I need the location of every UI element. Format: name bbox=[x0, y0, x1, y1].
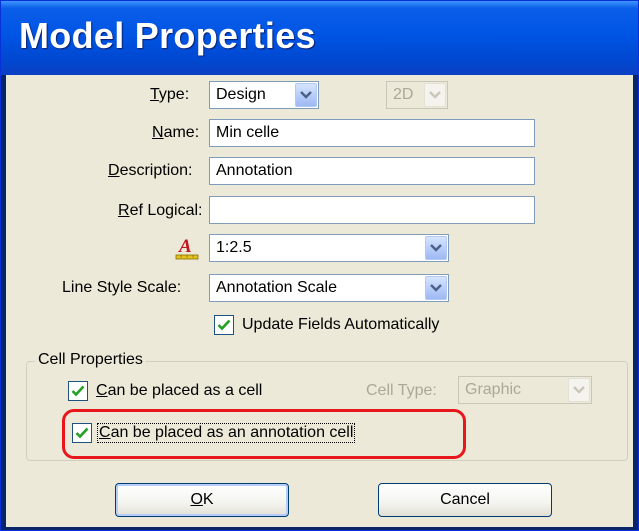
cell-type-label: Cell Type: bbox=[366, 382, 437, 399]
dimension-select: 2D bbox=[386, 81, 448, 109]
ok-button[interactable]: OK bbox=[115, 483, 289, 517]
type-dropdown-button[interactable] bbox=[295, 83, 317, 107]
cancel-button[interactable]: Cancel bbox=[378, 483, 552, 517]
dialog-body: Type: Design 2D Name: Min celle Descript… bbox=[6, 75, 633, 527]
placed-as-cell-label[interactable]: Can be placed as a cell bbox=[96, 382, 262, 400]
type-select[interactable]: Design bbox=[209, 81, 319, 109]
model-properties-window: Model Properties Type: Design 2D Name: M… bbox=[0, 0, 639, 531]
line-style-scale-select[interactable]: Annotation Scale bbox=[209, 274, 449, 302]
line-style-scale-value: Annotation Scale bbox=[216, 279, 337, 296]
annotation-scale-select[interactable]: 1:2.5 bbox=[209, 234, 449, 262]
cell-type-value: Graphic bbox=[465, 381, 522, 398]
svg-text:A: A bbox=[178, 236, 192, 257]
description-label: Description: bbox=[108, 162, 193, 179]
cell-type-select: Graphic bbox=[458, 376, 592, 404]
chevron-down-icon bbox=[430, 244, 442, 252]
annotation-scale-value: 1:2.5 bbox=[216, 239, 252, 256]
description-field[interactable]: Annotation bbox=[209, 157, 535, 185]
name-field[interactable]: Min celle bbox=[209, 119, 535, 147]
annotation-scale-dropdown-button[interactable] bbox=[425, 236, 447, 260]
checkmark-icon bbox=[71, 385, 85, 397]
annotation-highlight-outline bbox=[62, 409, 466, 459]
title-bar[interactable]: Model Properties bbox=[1, 1, 638, 75]
line-style-scale-label: Line Style Scale: bbox=[62, 279, 182, 296]
type-select-value: Design bbox=[216, 86, 266, 103]
checkmark-icon bbox=[217, 319, 231, 331]
chevron-down-icon bbox=[429, 91, 441, 99]
chevron-down-icon bbox=[430, 284, 442, 292]
cell-type-dropdown-button bbox=[568, 378, 590, 402]
ref-logical-field[interactable] bbox=[209, 196, 535, 224]
line-style-scale-dropdown-button[interactable] bbox=[425, 276, 447, 300]
cell-properties-title: Cell Properties bbox=[35, 351, 146, 369]
chevron-down-icon bbox=[573, 386, 585, 394]
ok-label: K bbox=[202, 491, 214, 508]
name-label: Name: bbox=[152, 124, 200, 141]
annotation-scale-icon: A bbox=[174, 235, 200, 261]
type-label: Type: bbox=[150, 86, 190, 103]
dimension-select-value: 2D bbox=[393, 86, 414, 103]
ref-logical-label: Ref Logical: bbox=[118, 202, 203, 219]
ok-mnemonic: O bbox=[190, 491, 203, 508]
update-fields-checkbox[interactable] bbox=[214, 315, 234, 335]
window-title: Model Properties bbox=[19, 15, 316, 56]
update-fields-label[interactable]: Update Fields Automatically bbox=[242, 316, 439, 334]
chevron-down-icon bbox=[300, 91, 312, 99]
dimension-dropdown-button bbox=[424, 83, 446, 107]
placed-as-cell-checkbox[interactable] bbox=[68, 381, 88, 401]
